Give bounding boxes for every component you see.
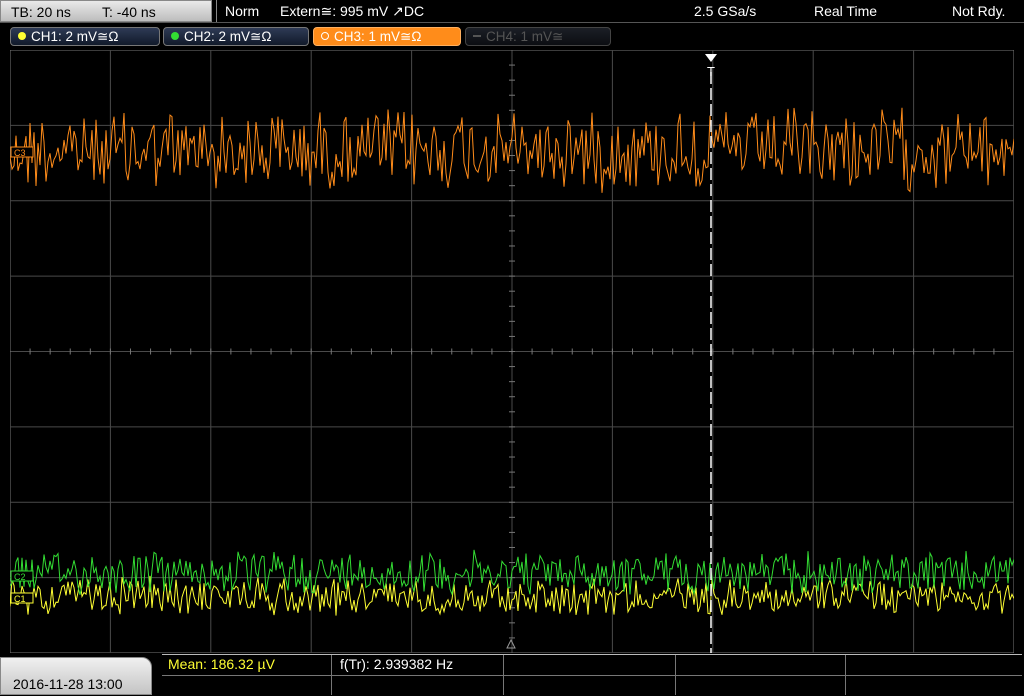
channel-3-label: CH3: 1 mV≅Ω: [334, 29, 422, 44]
channel-1-marker[interactable]: C1: [10, 592, 34, 604]
datetime-value: 2016-11-28 13:00: [13, 676, 123, 692]
timebase-panel[interactable]: TB: 20 ns T: -40 ns: [0, 0, 212, 22]
divider: [216, 0, 217, 22]
channel-2-label: CH2: 2 mV≅Ω: [184, 29, 272, 44]
datetime-panel[interactable]: 2016-11-28 13:00: [0, 657, 152, 695]
channel-3-marker-label: C3: [14, 148, 26, 158]
trigger-mode[interactable]: Norm: [225, 3, 259, 19]
measurement-cell: [504, 675, 676, 695]
trigger-marker-label: T: [707, 64, 715, 79]
channel-1-marker-label: C1: [14, 594, 26, 604]
waveform-area: T C3 C2 C1: [10, 50, 1014, 653]
channel-4-label: CH4: 1 mV≅: [486, 29, 564, 44]
channel-2-button[interactable]: CH2: 2 mV≅Ω: [163, 27, 309, 46]
channel-3-button[interactable]: CH3: 1 mV≅Ω: [313, 27, 461, 46]
run-status: Not Rdy.: [952, 3, 1006, 19]
status-bar: TB: 20 ns T: -40 ns Norm Extern≅: 995 mV…: [0, 0, 1024, 24]
measurement-cell: [846, 675, 1022, 695]
channel-3-marker[interactable]: C3: [10, 146, 34, 158]
measurement-cell: [676, 675, 846, 695]
channel-3-dot-icon: [321, 32, 329, 40]
channel-4-button[interactable]: CH4: 1 mV≅: [465, 27, 611, 46]
measurement-cell: [332, 675, 504, 695]
trigger-time-value: T: -40 ns: [102, 4, 156, 20]
measurement-cell: [676, 655, 846, 675]
measurement-cell: Mean: 186.32 µV: [162, 655, 332, 675]
channel-2-dot-icon: [171, 32, 179, 40]
channel-1-dot-icon: [18, 32, 26, 40]
measurement-cell: [504, 655, 676, 675]
channel-bar: CH1: 2 mV≅Ω CH2: 2 mV≅Ω CH3: 1 mV≅Ω CH4:…: [0, 24, 1024, 50]
channel-1-label: CH1: 2 mV≅Ω: [31, 29, 119, 44]
divider: [0, 22, 1024, 23]
waveform-display[interactable]: T C3 C2 C1: [10, 50, 1014, 653]
sample-rate: 2.5 GSa/s: [694, 3, 757, 19]
measurement-table[interactable]: Mean: 186.32 µV f(Tr): 2.939382 Hz: [162, 654, 1022, 696]
timebase-value: TB: 20 ns: [11, 4, 71, 20]
channel-2-marker-label: C2: [14, 572, 26, 582]
mean-measurement: Mean: 186.32 µV: [168, 656, 275, 672]
acquisition-mode: Real Time: [814, 3, 878, 19]
measurement-cell: [162, 675, 332, 695]
trigger-source[interactable]: Extern≅: 995 mV ↗DC: [280, 3, 424, 20]
channel-1-button[interactable]: CH1: 2 mV≅Ω: [10, 27, 160, 46]
measurement-cell: [846, 655, 1022, 675]
channel-4-off-icon: [473, 35, 481, 37]
channel-2-marker[interactable]: C2: [10, 570, 34, 582]
measurement-cell: f(Tr): 2.939382 Hz: [332, 655, 504, 675]
frequency-measurement: f(Tr): 2.939382 Hz: [340, 656, 454, 672]
